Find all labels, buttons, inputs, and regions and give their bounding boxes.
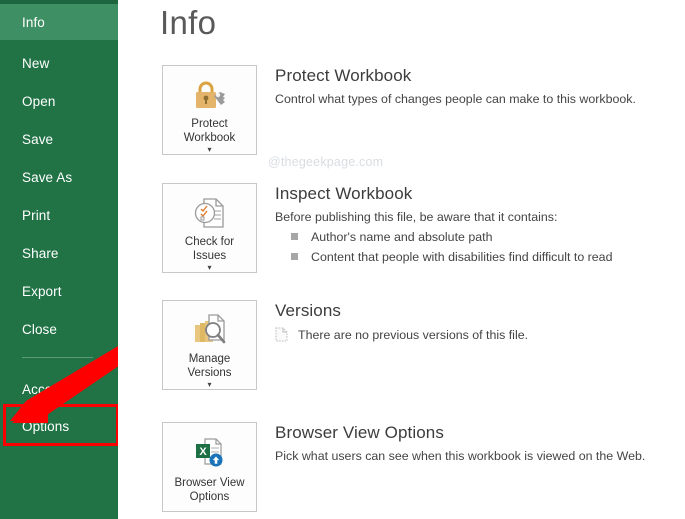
svg-text:X: X xyxy=(199,446,207,458)
sidebar-item-label: Close xyxy=(22,322,57,337)
section-title: Inspect Workbook xyxy=(275,183,685,205)
inspect-bullet-item: Author's name and absolute path xyxy=(275,228,685,246)
sidebar-item-print[interactable]: Print xyxy=(0,197,118,233)
square-bullet-icon xyxy=(291,253,298,260)
sidebar-item-label: Options xyxy=(22,419,69,434)
sidebar-separator xyxy=(22,357,93,358)
lock-and-key-icon xyxy=(192,75,228,115)
backstage-main-pane: Info @thegeekpage.com Protect Workbook ▾ xyxy=(118,0,685,519)
sidebar-item-options[interactable]: Options xyxy=(0,408,118,444)
stacked-pages-magnifier-icon xyxy=(191,310,229,350)
section-title: Protect Workbook xyxy=(275,65,685,87)
backstage-sidebar: Info New Open Save Save As Print Share E… xyxy=(0,0,118,519)
sidebar-item-save[interactable]: Save xyxy=(0,121,118,157)
backstage-view: Info New Open Save Save As Print Share E… xyxy=(0,0,685,519)
document-checklist-icon xyxy=(192,193,228,233)
section-title: Versions xyxy=(275,300,685,322)
sidebar-item-open[interactable]: Open xyxy=(0,83,118,119)
sidebar-item-save-as[interactable]: Save As xyxy=(0,159,118,195)
sidebar-item-label: Open xyxy=(22,94,55,109)
versions-status-row: There are no previous versions of this f… xyxy=(275,326,685,347)
protect-workbook-button[interactable]: Protect Workbook ▾ xyxy=(162,65,257,155)
sidebar-item-export[interactable]: Export xyxy=(0,273,118,309)
sidebar-item-account[interactable]: Account xyxy=(0,371,118,407)
empty-document-icon xyxy=(275,327,288,347)
sidebar-item-close[interactable]: Close xyxy=(0,311,118,347)
sidebar-item-info[interactable]: Info xyxy=(0,4,118,40)
sidebar-item-label: Export xyxy=(22,284,62,299)
page-title: Info xyxy=(160,4,216,42)
browser-view-options-button[interactable]: X Browser View Options xyxy=(162,422,257,512)
protect-workbook-button-label: Protect Workbook xyxy=(184,117,236,145)
manage-versions-button[interactable]: Manage Versions ▾ xyxy=(162,300,257,390)
sidebar-item-label: Save As xyxy=(22,170,72,185)
inspect-bullet-label: Content that people with disabilities fi… xyxy=(311,248,612,266)
chevron-down-icon[interactable]: ▾ xyxy=(207,380,211,389)
versions-body: Versions There are no previous versions … xyxy=(275,300,685,347)
chevron-down-icon[interactable]: ▾ xyxy=(207,145,211,154)
manage-versions-button-label: Manage Versions xyxy=(187,352,231,380)
sidebar-item-label: Account xyxy=(22,382,71,397)
sidebar-item-label: Info xyxy=(22,15,45,30)
section-description: Pick what users can see when this workbo… xyxy=(275,448,685,465)
excel-upload-icon: X xyxy=(192,432,228,474)
sidebar-item-label: Share xyxy=(22,246,59,261)
sidebar-item-share[interactable]: Share xyxy=(0,235,118,271)
sidebar-item-label: Save xyxy=(22,132,53,147)
protect-workbook-body: Protect Workbook Control what types of c… xyxy=(275,65,685,108)
section-description: Before publishing this file, be aware th… xyxy=(275,209,685,226)
inspect-bullet-label: Author's name and absolute path xyxy=(311,228,492,246)
watermark-text: @thegeekpage.com xyxy=(268,155,383,169)
browser-view-options-button-label: Browser View Options xyxy=(174,476,244,504)
browser-view-options-body: Browser View Options Pick what users can… xyxy=(275,422,685,465)
versions-status-label: There are no previous versions of this f… xyxy=(298,326,528,344)
sidebar-item-label: Print xyxy=(22,208,50,223)
check-for-issues-button-label: Check for Issues xyxy=(185,235,234,263)
sidebar-item-label: New xyxy=(22,56,49,71)
sidebar-item-new[interactable]: New xyxy=(0,45,118,81)
chevron-down-icon[interactable]: ▾ xyxy=(207,263,211,272)
square-bullet-icon xyxy=(291,233,298,240)
inspect-bullet-item: Content that people with disabilities fi… xyxy=(275,248,685,266)
inspect-workbook-body: Inspect Workbook Before publishing this … xyxy=(275,183,685,266)
section-title: Browser View Options xyxy=(275,422,685,444)
section-description: Control what types of changes people can… xyxy=(275,91,685,108)
check-for-issues-button[interactable]: Check for Issues ▾ xyxy=(162,183,257,273)
